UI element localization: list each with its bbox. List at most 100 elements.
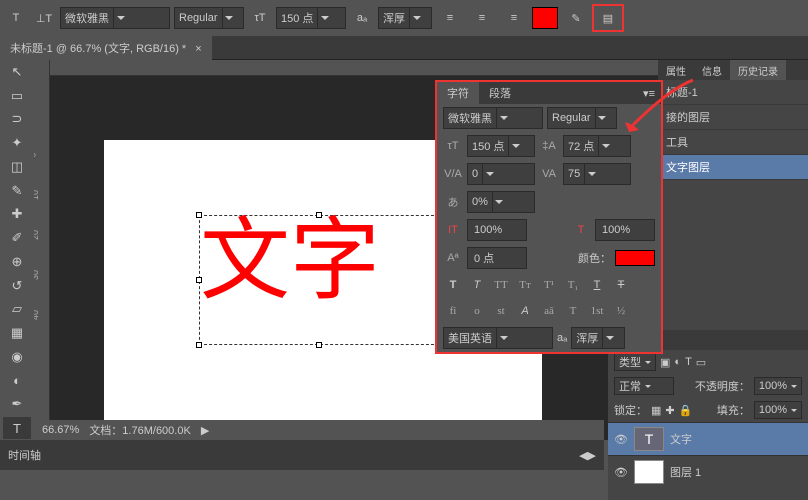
font-size-dropdown[interactable]: 150 点 (276, 7, 346, 29)
history-item-3[interactable]: 文字图层 (658, 155, 808, 180)
character-panel-toggle[interactable]: ▤ (594, 6, 622, 30)
filter-icon-3[interactable]: T (685, 356, 692, 368)
handle-n[interactable] (316, 212, 322, 218)
smallcaps-button[interactable]: Tᴛ (515, 276, 535, 294)
timeline-next-icon[interactable]: ▶ (588, 449, 596, 462)
lock-position-icon[interactable]: ✚ (665, 404, 674, 417)
filter-icon-1[interactable]: ▣ (660, 356, 670, 369)
doc-info: 文档：1.76M/600.0K (89, 422, 191, 438)
warp-text-button[interactable]: ✎ (562, 6, 590, 30)
lock-all-icon[interactable]: 🔒 (679, 404, 693, 417)
gradient-tool[interactable]: ▦ (3, 322, 31, 344)
dodge-tool[interactable]: ◐ (3, 370, 31, 392)
font-family-dropdown[interactable]: 微软雅黑 (60, 7, 170, 29)
char-font-dropdown[interactable]: 微软雅黑 (443, 107, 543, 129)
history-item-1[interactable]: 接的图层 (658, 105, 808, 130)
leading-icon: ‡A (539, 140, 559, 152)
history-item-2[interactable]: 工具 (658, 130, 808, 155)
move-tool[interactable]: ↖ (3, 61, 31, 83)
layer-1[interactable]: 👁 图层 1 (608, 455, 808, 488)
text-color-swatch[interactable] (532, 7, 558, 29)
panel-menu-icon[interactable]: ▾≡ (637, 84, 661, 103)
ordinal-button[interactable]: o (467, 302, 487, 320)
char-baseline-input[interactable]: 0 点 (467, 247, 527, 269)
brush-tool[interactable]: ✐ (3, 227, 31, 249)
blend-mode-dropdown[interactable]: 正常 (614, 377, 674, 395)
stamp-tool[interactable]: ⊕ (3, 251, 31, 273)
titling-button[interactable]: aā (539, 302, 559, 320)
visibility-icon[interactable]: 👁 (614, 465, 628, 479)
pen-tool[interactable]: ✒ (3, 394, 31, 416)
history-tab[interactable]: 历史记录 (730, 60, 786, 80)
char-tsume-input[interactable]: 0% (467, 191, 535, 213)
font-weight-dropdown[interactable]: Regular (174, 7, 244, 29)
history-brush-tool[interactable]: ↺ (3, 275, 31, 297)
fractions-button[interactable]: T (563, 302, 583, 320)
properties-tab[interactable]: 属性 (658, 60, 694, 80)
oldstyle-button[interactable]: 1st (587, 302, 607, 320)
baseline-icon: Aª (443, 252, 463, 264)
char-aa-dropdown[interactable]: 浑厚 (571, 327, 625, 349)
close-tab-icon[interactable]: × (195, 43, 201, 55)
swash-button[interactable]: A (515, 302, 535, 320)
wand-tool[interactable]: ✦ (3, 132, 31, 154)
handle-sw[interactable] (196, 342, 202, 348)
allcaps-button[interactable]: TT (491, 276, 511, 294)
marquee-tool[interactable]: ▭ (3, 85, 31, 107)
char-aa-label: aₐ (557, 332, 567, 344)
handle-s[interactable] (316, 342, 322, 348)
layer-filter-dropdown[interactable]: 类型 (614, 353, 656, 371)
char-color-swatch[interactable] (615, 250, 655, 266)
blur-tool[interactable]: ◉ (3, 346, 31, 368)
text-bounding-box[interactable]: 文字 (199, 215, 439, 345)
char-weight-dropdown[interactable]: Regular (547, 107, 617, 129)
paragraph-tab[interactable]: 段落 (479, 82, 521, 104)
filter-icon-2[interactable]: ◐ (674, 356, 681, 368)
char-kerning-input[interactable]: 0 (467, 163, 535, 185)
visibility-icon[interactable]: 👁 (614, 432, 628, 446)
fi-lig-button[interactable]: fi (443, 302, 463, 320)
subscript-button[interactable]: T₁ (563, 276, 583, 294)
canvas-text[interactable]: 文字 (200, 216, 438, 306)
handle-w[interactable] (196, 277, 202, 283)
char-language-dropdown[interactable]: 美国英语 (443, 327, 553, 349)
halfwidth-button[interactable]: ½ (611, 302, 631, 320)
char-size-input[interactable]: 150 点 (467, 135, 535, 157)
italic-button[interactable]: T (467, 276, 487, 294)
layer-name-1[interactable]: 文字 (670, 431, 692, 447)
align-right-button[interactable]: ≡ (500, 6, 528, 30)
character-tab[interactable]: 字符 (437, 82, 479, 104)
align-center-button[interactable]: ≡ (468, 6, 496, 30)
underline-button[interactable]: T (587, 276, 607, 294)
layer-name-2[interactable]: 图层 1 (670, 464, 701, 480)
lock-pixels-icon[interactable]: ▦ (651, 404, 661, 417)
opacity-input[interactable]: 100% (754, 377, 802, 395)
healing-tool[interactable]: ✚ (3, 204, 31, 226)
eyedropper-tool[interactable]: ✎ (3, 180, 31, 202)
stylistic-button[interactable]: st (491, 302, 511, 320)
info-tab[interactable]: 信息 (694, 60, 730, 80)
opacity-label: 不透明度： (695, 378, 750, 394)
char-vscale-input[interactable]: 100% (467, 219, 527, 241)
eraser-tool[interactable]: ▱ (3, 299, 31, 321)
char-leading-input[interactable]: 72 点 (563, 135, 631, 157)
strike-button[interactable]: T (611, 276, 631, 294)
crop-tool[interactable]: ◫ (3, 156, 31, 178)
status-arrow-icon[interactable]: ▶ (201, 424, 209, 437)
char-hscale-input[interactable]: 100% (595, 219, 655, 241)
bold-button[interactable]: T (443, 276, 463, 294)
lasso-tool[interactable]: ⊃ (3, 109, 31, 131)
text-orientation-icon[interactable]: ⊥T (32, 6, 56, 30)
document-tab[interactable]: 未标题-1 @ 66.7% (文字, RGB/16) * × (0, 36, 212, 60)
handle-nw[interactable] (196, 212, 202, 218)
antialias-dropdown[interactable]: 浑厚 (378, 7, 432, 29)
superscript-button[interactable]: T¹ (539, 276, 559, 294)
align-left-button[interactable]: ≡ (436, 6, 464, 30)
timeline-prev-icon[interactable]: ◀ (579, 449, 587, 462)
layer-text[interactable]: 👁 T 文字 (608, 422, 808, 455)
fill-input[interactable]: 100% (754, 401, 802, 419)
zoom-value[interactable]: 66.67% (42, 424, 79, 436)
filter-icon-4[interactable]: ▭ (696, 356, 706, 369)
type-tool[interactable]: T (3, 417, 31, 439)
char-tracking-input[interactable]: 75 (563, 163, 631, 185)
